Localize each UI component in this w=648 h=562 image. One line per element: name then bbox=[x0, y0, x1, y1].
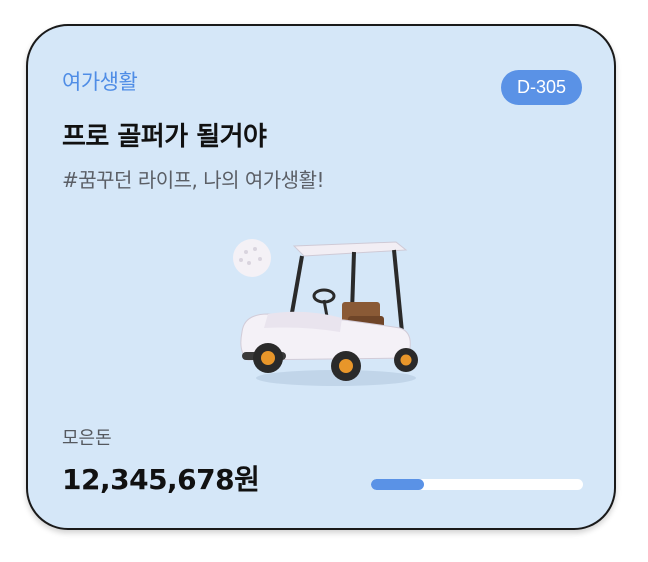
category-label: 여가생활 bbox=[62, 70, 138, 94]
goal-card[interactable]: 여가생활 D-305 프로 골퍼가 될거야 #꿈꾸던 라이프, 나의 여가생활! bbox=[26, 24, 616, 530]
saved-amount-value: 12,345,678원 bbox=[62, 463, 260, 496]
savings-progress-bar bbox=[371, 479, 583, 490]
golf-cart-icon bbox=[233, 239, 418, 386]
saved-amount-label: 모은돈 bbox=[62, 428, 112, 449]
goal-title: 프로 골퍼가 될거야 bbox=[62, 122, 267, 152]
dday-badge: D-305 bbox=[500, 70, 582, 105]
goal-subtitle: #꿈꾸던 라이프, 나의 여가생활! bbox=[62, 168, 325, 192]
savings-progress-fill bbox=[371, 479, 424, 490]
